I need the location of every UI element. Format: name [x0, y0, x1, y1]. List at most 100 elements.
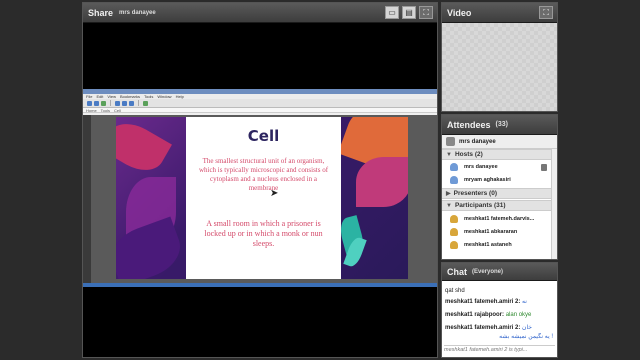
chat-scope: (Everyone)	[472, 268, 504, 275]
participant-icon	[450, 215, 458, 223]
presentation-area: Cell The smallest structural unit of an …	[83, 115, 437, 283]
collapse-arrow-icon: ▼	[446, 151, 452, 158]
attendee-row[interactable]: meshkat1 astaneh	[442, 239, 557, 251]
shared-screen: File Edit View Bookmarks Tools Window He…	[83, 89, 437, 287]
home-icon	[115, 100, 120, 106]
chat-message-text: خان	[522, 325, 532, 331]
slide-title: Cell	[247, 127, 280, 145]
breadcrumb-item: Cell	[114, 107, 121, 113]
breadcrumb-item: Home	[86, 107, 97, 113]
chat-message: qat shd	[445, 287, 553, 295]
toolbar-divider	[138, 100, 139, 106]
share-pod-header: Share mrs danayee ▭ ▤ ⛶	[83, 3, 437, 23]
chat-message-text: qat shd	[445, 288, 465, 294]
fullscreen-icon[interactable]: ⛶	[419, 6, 433, 19]
chat-message: meshkat1 rajabpoor: alan okye	[445, 311, 553, 319]
chat-sender: meshkat1 fatemeh.amiri 2:	[445, 325, 521, 331]
attendee-name: meshkat1 fatemeh.darvis...	[464, 216, 535, 222]
attendee-row[interactable]: mrs danayee	[442, 161, 557, 173]
attendees-count: (33)	[495, 121, 508, 128]
breadcrumb-item: Tools	[100, 107, 111, 113]
slide-thumbnail-strip	[83, 115, 91, 283]
microphone-icon	[541, 163, 547, 171]
user-status-icon[interactable]	[446, 137, 455, 146]
decorative-leaf	[116, 117, 172, 180]
attendee-row[interactable]: mryam aghakasiri	[442, 174, 557, 186]
share-header-icons: ▭ ▤ ⛶	[385, 6, 433, 19]
chat-pod: Chat (Everyone) qat shd meshkat1 fatemeh…	[441, 262, 558, 358]
chat-message: meshkat1 fatemeh.amiri 2: خان	[445, 324, 553, 332]
hosts-label: Hosts (2)	[454, 151, 483, 158]
collapse-arrow-icon: ▼	[446, 202, 452, 209]
collapse-arrow-icon: ▶	[446, 191, 451, 197]
participants-section[interactable]: ▼ Participants (31)	[442, 200, 557, 211]
menu-item: Bookmarks	[119, 94, 140, 99]
menu-item: Tools	[143, 94, 154, 99]
share-presenter-name: mrs danayee	[119, 9, 156, 16]
attendee-row[interactable]: meshkat1 fatemeh.darvis...	[442, 213, 557, 225]
play-icon	[143, 100, 148, 106]
menu-item: View	[107, 94, 116, 99]
video-pod: Video ⛶	[441, 2, 558, 112]
current-user-name: mrs danayee	[459, 138, 496, 145]
chat-pod-header: Chat (Everyone)	[442, 263, 557, 281]
mouse-cursor-icon: ➤	[270, 188, 279, 199]
shared-taskbar	[83, 283, 437, 287]
chat-typing-indicator: meshkat1 fatemeh.amiri 2 is typi...	[444, 345, 555, 355]
print-icon	[122, 100, 127, 106]
fullscreen-icon[interactable]: ⛶	[539, 6, 553, 19]
toolbar-divider	[110, 100, 111, 106]
layout-icon[interactable]: ▭	[385, 6, 399, 19]
back-icon	[87, 100, 92, 106]
slide-definition-2: A small room in which a prisoner is lock…	[204, 219, 323, 248]
share-pod-title: Share	[88, 7, 114, 18]
host-icon	[450, 163, 458, 171]
hosts-section[interactable]: ▼ Hosts (2)	[442, 149, 557, 160]
host-icon	[450, 176, 458, 184]
presenters-section[interactable]: ▶ Presenters (0)	[442, 188, 557, 199]
menu-item: File	[86, 94, 93, 99]
video-area	[442, 23, 557, 111]
shared-window-toolbar	[83, 99, 437, 108]
chat-pod-title: Chat	[447, 266, 467, 277]
attendee-name: meshkat1 abkararan	[464, 229, 518, 235]
chat-message-text: alan okye	[505, 312, 532, 318]
chat-message-text: یه نگیمن نمیشه بشه !	[499, 334, 553, 340]
video-header-icons: ⛶	[539, 6, 553, 19]
slide-definition-1: The smallest structural unit of an organ…	[198, 157, 329, 192]
menu-item: Edit	[96, 94, 104, 99]
attendees-toolbar: mrs danayee	[442, 135, 557, 149]
refresh-icon	[101, 100, 106, 106]
participant-icon	[450, 241, 458, 249]
menu-item: Help	[175, 94, 184, 99]
chat-sender: meshkat1 rajabpoor:	[445, 312, 505, 318]
chat-message-text: نه	[522, 299, 527, 305]
attendee-name: meshkat1 astaneh	[464, 242, 512, 248]
chat-sender: meshkat1 fatemeh.amiri 2:	[445, 299, 521, 305]
video-pod-title: Video	[447, 7, 472, 18]
video-pod-header: Video ⛶	[442, 3, 557, 23]
attendees-pod-header: Attendees (33)	[442, 115, 557, 135]
adobe-connect-room: Share mrs danayee ▭ ▤ ⛶ File Edit View B…	[0, 0, 640, 360]
attendee-name: mryam aghakasiri	[464, 177, 511, 183]
attendee-name: mrs danayee	[464, 164, 498, 170]
attendees-scrollbar[interactable]	[551, 149, 557, 259]
attendees-pod: Attendees (33) mrs danayee ▼ Hosts (2) m…	[441, 114, 558, 260]
share-pod: Share mrs danayee ▭ ▤ ⛶ File Edit View B…	[82, 2, 438, 358]
attendees-pod-title: Attendees	[447, 119, 491, 130]
chat-message: یه نگیمن نمیشه بشه !	[445, 333, 553, 341]
save-icon	[129, 100, 134, 106]
participants-label: Participants (31)	[454, 202, 506, 209]
participant-icon	[450, 228, 458, 236]
slide-content-card: Cell The smallest structural unit of an …	[186, 117, 341, 279]
background-strip	[560, 0, 640, 360]
slide: Cell The smallest structural unit of an …	[116, 117, 408, 279]
menu-item: Window	[157, 94, 172, 99]
decorative-leaf	[356, 157, 408, 207]
forward-icon	[94, 100, 99, 106]
attendee-row[interactable]: meshkat1 abkararan	[442, 226, 557, 238]
presenters-label: Presenters (0)	[453, 190, 497, 197]
view-icon[interactable]: ▤	[402, 6, 416, 19]
shared-window-breadcrumb: Home Tools Cell	[83, 108, 437, 113]
chat-message: meshkat1 fatemeh.amiri 2: نه	[445, 298, 553, 306]
